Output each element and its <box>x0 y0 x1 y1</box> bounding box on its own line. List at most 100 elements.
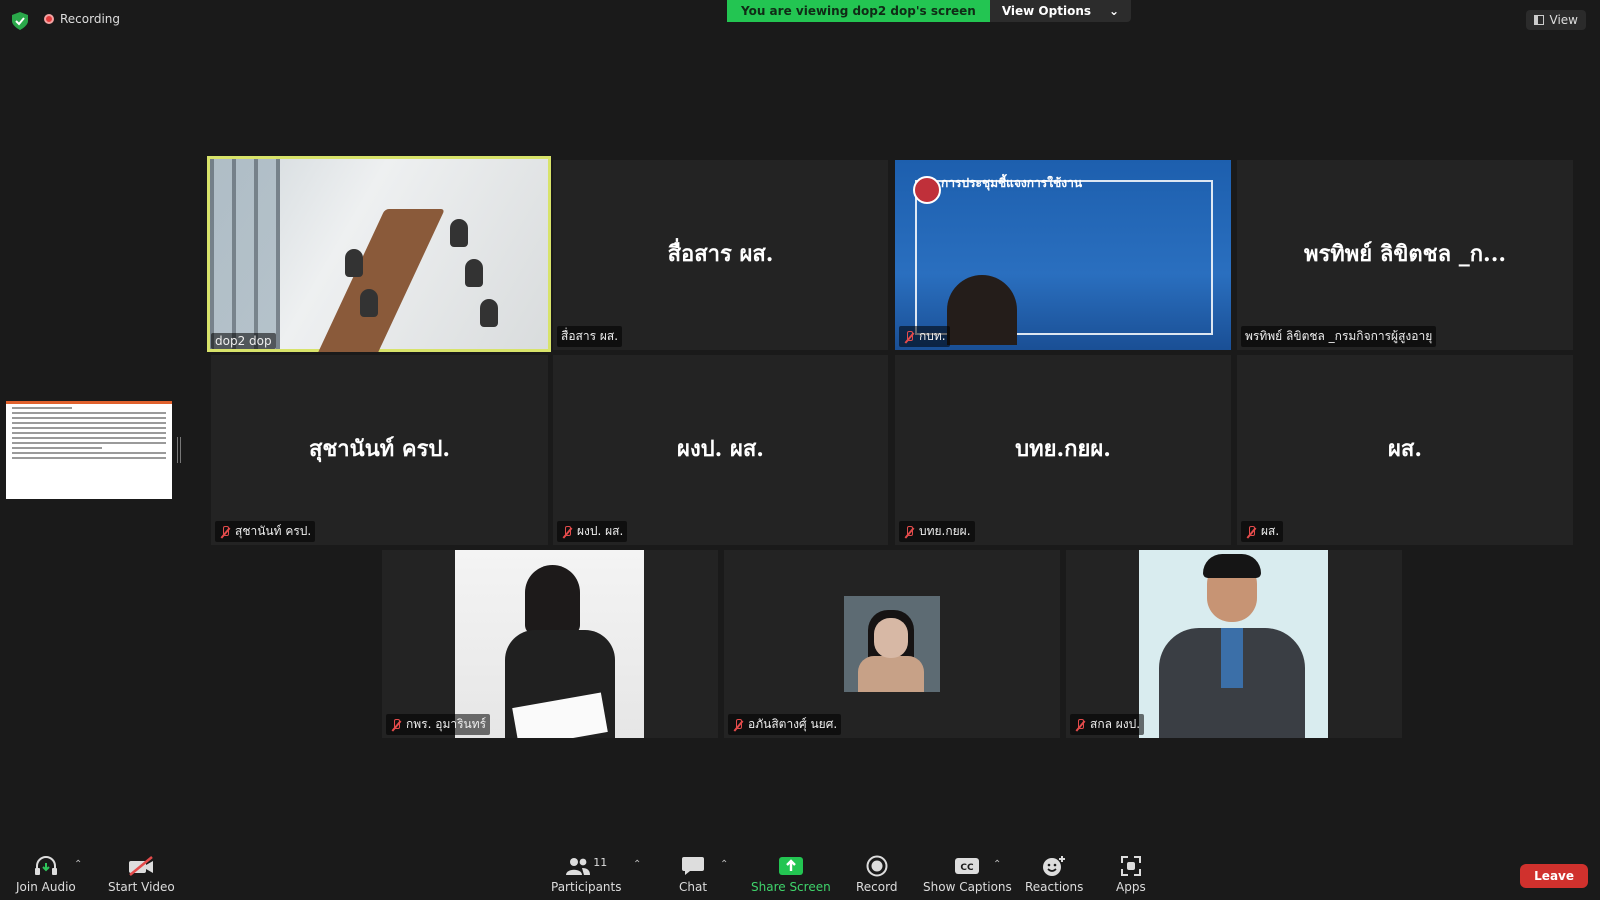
slide-title: การประชุมชี้แจงการใช้งาน <box>941 176 1083 190</box>
record-label: Record <box>856 880 898 894</box>
captions-options-caret[interactable]: ⌃ <box>993 859 1001 870</box>
view-options-button[interactable]: View Options ⌄ <box>989 0 1132 22</box>
shield-icon[interactable] <box>12 12 28 30</box>
record-icon <box>866 855 888 877</box>
video-tile[interactable]: สื่อสาร ผส. สื่อสาร ผส. <box>553 160 888 350</box>
mic-muted-icon <box>1245 525 1257 538</box>
meeting-toolbar: Join Audio ⌃ Start Video 11 Participants… <box>0 850 1600 900</box>
apps-icon <box>1120 856 1142 876</box>
recording-icon <box>44 14 54 24</box>
participant-name-text: dop2 dop <box>215 334 272 348</box>
participant-name-text: กพร. อุมารินทร์ <box>406 717 487 731</box>
participant-name: สุชานันท์ ครป. <box>215 521 316 542</box>
mic-muted-icon <box>1074 718 1086 731</box>
presentation-video: การประชุมชี้แจงการใช้งาน <box>895 160 1231 350</box>
participant-name: สื่อสาร ผส. <box>557 326 623 347</box>
participant-name: กบท. <box>899 326 950 347</box>
participant-name-text: สื่อสาร ผส. <box>561 329 619 343</box>
participant-video <box>844 596 940 692</box>
participant-name-text: กบท. <box>919 329 946 343</box>
participants-button[interactable]: 11 Participants <box>551 856 622 894</box>
participant-name: dop2 dop <box>211 333 276 349</box>
recording-label: Recording <box>60 12 121 26</box>
participant-name-text: ผงป. ผส. <box>577 524 624 538</box>
headphones-icon <box>34 856 58 876</box>
reactions-button[interactable]: Reactions <box>1025 856 1083 894</box>
participants-label: Participants <box>551 880 622 894</box>
meeting-room-video <box>210 159 548 352</box>
participant-name: อภันสิตางศุ์ นยศ. <box>728 714 842 735</box>
participant-name: พรทิพย์ ลิขิตชล _กรมกิจการผู้สูงอายุ <box>1241 326 1437 347</box>
apps-button[interactable]: Apps <box>1116 856 1146 894</box>
participant-display-name: สื่อสาร ผส. <box>667 240 774 267</box>
participant-video <box>455 550 644 738</box>
participant-name-text: ผส. <box>1261 524 1280 538</box>
participant-name: กพร. อุมารินทร์ <box>386 714 491 735</box>
video-tile[interactable]: กพร. อุมารินทร์ <box>382 550 718 738</box>
chat-label: Chat <box>679 880 708 894</box>
participants-options-caret[interactable]: ⌃ <box>633 859 641 870</box>
reactions-label: Reactions <box>1025 880 1084 894</box>
video-tile[interactable]: สกล ผงป. <box>1066 550 1402 738</box>
apps-label: Apps <box>1116 880 1146 894</box>
participant-name-text: สกล ผงป. <box>1090 717 1141 731</box>
screen-share-banner: You are viewing dop2 dop's screen View O… <box>727 0 1132 22</box>
chat-button[interactable]: Chat <box>679 856 707 894</box>
video-tile[interactable]: บทย.กยผ. บทย.กยผ. <box>895 355 1231 545</box>
participant-name-text: อภันสิตางศุ์ นยศ. <box>748 717 838 731</box>
video-tile[interactable]: dop2 dop <box>207 156 551 352</box>
participant-display-name: บทย.กยผ. <box>1015 435 1111 462</box>
participant-video <box>1139 550 1328 738</box>
participant-display-name: พรทิพย์ ลิขิตชล _ก... <box>1303 240 1507 267</box>
join-audio-label: Join Audio <box>16 880 76 894</box>
show-captions-label: Show Captions <box>923 880 1012 894</box>
participant-name: ผส. <box>1241 521 1284 542</box>
video-off-icon <box>127 856 155 876</box>
video-tile[interactable]: พรทิพย์ ลิขิตชล _ก... พรทิพย์ ลิขิตชล _ก… <box>1237 160 1573 350</box>
share-screen-icon <box>778 856 804 876</box>
recording-indicator[interactable]: Recording <box>44 12 120 26</box>
leave-button[interactable]: Leave <box>1520 864 1588 888</box>
participant-display-name: ผงป. ผส. <box>677 435 764 462</box>
join-audio-button[interactable]: Join Audio <box>16 856 76 894</box>
video-tile[interactable]: ผส. ผส. <box>1237 355 1573 545</box>
participant-name: ผงป. ผส. <box>557 521 628 542</box>
share-screen-button[interactable]: Share Screen <box>751 856 831 894</box>
shared-screen-thumbnail[interactable] <box>6 401 172 499</box>
view-button[interactable]: View <box>1525 10 1586 30</box>
video-tile[interactable]: ผงป. ผส. ผงป. ผส. <box>553 355 888 545</box>
view-label: View <box>1549 13 1578 27</box>
record-button[interactable]: Record <box>856 855 898 894</box>
video-tile[interactable]: อภันสิตางศุ์ นยศ. <box>724 550 1060 738</box>
participant-name-text: พรทิพย์ ลิขิตชล _กรมกิจการผู้สูงอายุ <box>1245 329 1433 343</box>
chat-options-caret[interactable]: ⌃ <box>720 859 728 870</box>
mic-muted-icon <box>903 330 915 343</box>
mic-muted-icon <box>561 525 573 538</box>
mic-muted-icon <box>219 525 231 538</box>
view-icon <box>1533 15 1544 25</box>
participant-name-text: สุชานันท์ ครป. <box>235 524 312 538</box>
audio-options-caret[interactable]: ⌃ <box>74 859 82 870</box>
participant-name: บทย.กยผ. <box>899 521 975 542</box>
mic-muted-icon <box>732 718 744 731</box>
participant-display-name: สุชานันท์ ครป. <box>308 435 451 462</box>
chevron-down-icon: ⌄ <box>1109 4 1120 18</box>
video-tile[interactable]: การประชุมชี้แจงการใช้งาน กบท. <box>895 160 1231 350</box>
viewing-screen-label: You are viewing dop2 dop's screen <box>727 0 990 22</box>
captions-icon: CC <box>954 856 980 876</box>
mic-muted-icon <box>903 525 915 538</box>
participants-icon: 11 <box>565 856 607 876</box>
mic-muted-icon <box>390 718 402 731</box>
start-video-button[interactable]: Start Video <box>108 856 175 894</box>
panel-resize-handle[interactable] <box>177 437 181 463</box>
participant-name: สกล ผงป. <box>1070 714 1145 735</box>
participants-count: 11 <box>593 856 608 869</box>
svg-text:CC: CC <box>961 863 975 873</box>
view-options-label: View Options <box>1001 4 1092 18</box>
reactions-icon <box>1041 856 1067 876</box>
start-video-label: Start Video <box>108 880 175 894</box>
participant-display-name: ผส. <box>1388 435 1422 462</box>
share-screen-label: Share Screen <box>751 880 831 894</box>
video-tile[interactable]: สุชานันท์ ครป. สุชานันท์ ครป. <box>211 355 548 545</box>
participant-name-text: บทย.กยผ. <box>919 524 971 538</box>
